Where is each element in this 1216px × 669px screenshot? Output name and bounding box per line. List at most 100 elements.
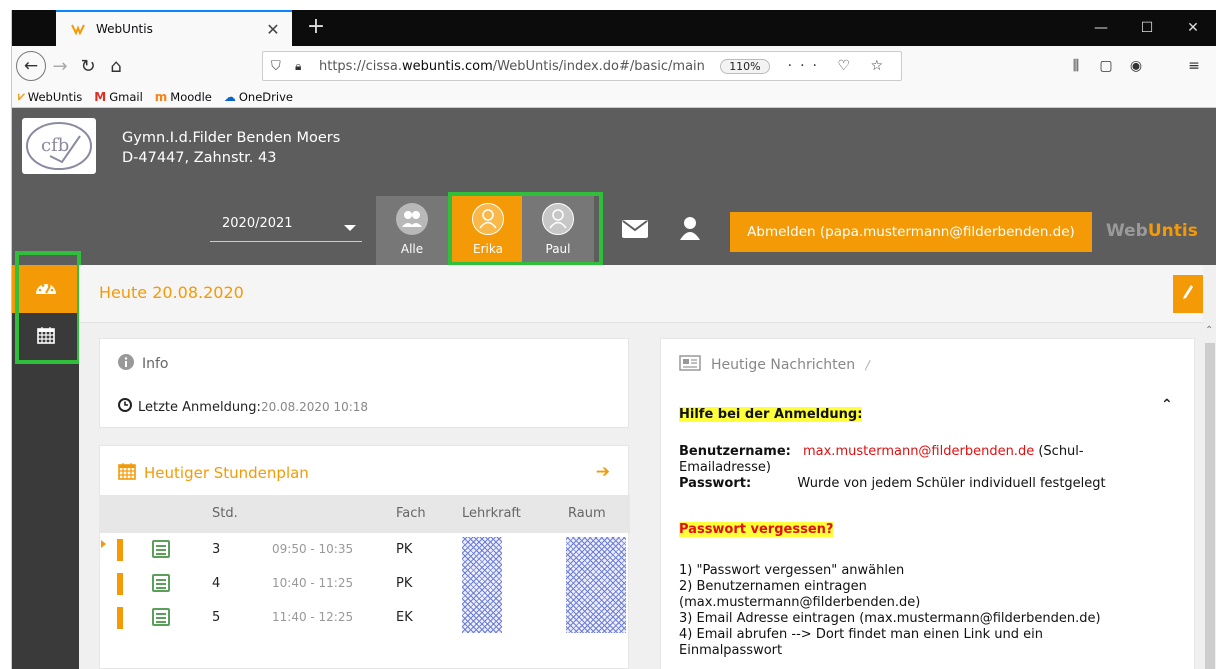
time: 09:50 - 10:35 xyxy=(272,542,354,556)
date-bar: Heute 20.08.2020 xyxy=(79,265,1203,323)
person-label: Alle xyxy=(400,242,424,256)
chevron-down-icon xyxy=(344,225,356,231)
news-card: Heutige Nachrichten 〳 ⌃ Hilfe bei der An… xyxy=(660,338,1195,669)
scroll-up-icon[interactable]: ⌃ xyxy=(1205,325,1213,336)
scrollbar[interactable]: ⌃ xyxy=(1203,323,1216,669)
school-year-value: 2020/2021 xyxy=(222,216,293,231)
tab-title: WebUntis xyxy=(96,22,153,36)
username-value: max.mustermann@filderbenden.de xyxy=(802,444,1035,459)
browser-window: WebUntis ✕ + — ☐ ✕ ← → ↻ ⌂ ⛉ 🔒︎ https://… xyxy=(11,10,1216,669)
page-title: Heute 20.08.2020 xyxy=(99,283,244,302)
time: 11:40 - 12:25 xyxy=(272,610,354,624)
bookmark-gmail[interactable]: M Gmail xyxy=(94,90,143,104)
period: 3 xyxy=(212,542,221,557)
news-help-title: Hilfe bei der Anmeldung: xyxy=(679,407,863,422)
info-icon xyxy=(118,354,134,374)
header-teacher: Lehrkraft xyxy=(462,506,521,521)
new-tab-icon[interactable]: + xyxy=(302,14,330,42)
url-bar[interactable]: ⛉ 🔒︎ https://cissa.webuntis.com/WebUntis… xyxy=(262,51,902,81)
highlight-frame xyxy=(448,192,603,266)
arrow-right-icon[interactable]: ➔ xyxy=(596,462,610,482)
back-icon[interactable]: ← xyxy=(16,51,46,81)
menu-icon[interactable]: ≡ xyxy=(1182,54,1206,78)
calendar-icon xyxy=(118,462,136,484)
logout-button[interactable]: Abmelden (papa.mustermann@filderbenden.d… xyxy=(730,212,1092,252)
news-step: 2) Benutzernamen eintragen xyxy=(679,579,867,594)
close-tab-icon[interactable]: ✕ xyxy=(264,20,282,39)
library-icon[interactable]: ⫼ xyxy=(1064,54,1088,78)
account-icon[interactable]: ◉ xyxy=(1124,54,1148,78)
clock-icon xyxy=(118,398,132,416)
chevron-up-icon[interactable]: ⌃ xyxy=(1161,397,1173,413)
group-icon xyxy=(396,203,428,235)
school-address: D-47447, Zahnstr. 43 xyxy=(122,150,277,166)
browser-tab-webuntis[interactable]: WebUntis ✕ xyxy=(56,10,292,46)
maximize-icon[interactable]: ☐ xyxy=(1124,10,1170,46)
news-step: 1) "Passwort vergessen" anwählen xyxy=(679,563,905,578)
navigation-bar: ← → ↻ ⌂ ⛉ 🔒︎ https://cissa.webuntis.com/… xyxy=(12,46,1216,86)
webuntis-favicon-icon xyxy=(70,21,86,37)
mail-icon[interactable] xyxy=(622,220,648,242)
zoom-indicator[interactable]: 110% xyxy=(720,58,770,74)
highlight-frame xyxy=(15,251,81,364)
lesson-color-bar xyxy=(117,573,123,595)
bookmark-moodle[interactable]: m Moodle xyxy=(155,90,212,104)
table-row[interactable]: 3 09:50 - 10:35 PK xyxy=(100,533,630,567)
school-logo: cfb xyxy=(22,118,96,174)
page-actions-icon[interactable]: ··· ♡ ☆ xyxy=(788,58,891,74)
lock-icon[interactable]: 🔒︎ xyxy=(295,59,311,74)
window-close-icon[interactable]: ✕ xyxy=(1170,10,1216,46)
edit-button[interactable] xyxy=(1173,275,1203,313)
time: 10:40 - 11:25 xyxy=(272,576,354,590)
person-tab-alle[interactable]: Alle xyxy=(376,196,448,265)
news-step: 4) Email abrufen --> Dort findet man ein… xyxy=(679,627,1043,642)
info-card: Info Letzte Anmeldung: 20.08.2020 10:18 xyxy=(99,338,629,428)
home-icon[interactable]: ⌂ xyxy=(102,52,130,80)
timetable-title: Heutiger Stundenplan xyxy=(144,464,309,482)
lesson-details-icon[interactable] xyxy=(152,540,170,558)
news-step: (max.mustermann@filderbenden.de) xyxy=(679,595,921,610)
bookmark-webuntis[interactable]: ⩗ WebUntis xyxy=(18,89,82,104)
subject: PK xyxy=(396,542,413,557)
news-step: Einmalpasswort xyxy=(679,643,783,658)
table-row[interactable]: 5 11:40 - 12:25 EK xyxy=(100,601,630,635)
minimize-icon[interactable]: — xyxy=(1078,10,1124,46)
webuntis-brand-logo: WebUntis xyxy=(1106,221,1198,241)
school-year-select[interactable]: 2020/2021 xyxy=(210,212,362,242)
news-forgot-title: Passwort vergessen? xyxy=(679,522,834,537)
webuntis-header: cfb Gymn.I.d.Filder Benden Moers D-47447… xyxy=(12,108,1216,266)
sidebar-icon[interactable]: ▢ xyxy=(1094,54,1118,78)
news-username-suffix: Emailadresse) xyxy=(679,460,771,475)
bookmarks-bar: ⩗ WebUntis M Gmail m Moodle ☁ OneDrive xyxy=(12,86,1216,108)
scrollbar-thumb[interactable] xyxy=(1205,343,1215,669)
period: 4 xyxy=(212,576,221,591)
info-title: Info xyxy=(142,356,169,372)
main-content: Heute 20.08.2020 Info Letzte Anmeldung: xyxy=(79,265,1216,669)
timetable-card: Heutiger Stundenplan ➔ Std. Fach Lehrkra… xyxy=(99,445,630,669)
header-subject: Fach xyxy=(396,506,426,521)
profile-icon[interactable] xyxy=(680,216,700,244)
timetable: Std. Fach Lehrkraft Raum 3 09:50 - 10:35… xyxy=(100,495,630,635)
header-period: Std. xyxy=(212,506,238,521)
tracking-shield-icon[interactable]: ⛉ xyxy=(271,59,287,74)
bookmark-onedrive[interactable]: ☁ OneDrive xyxy=(224,90,293,104)
gmail-icon: M xyxy=(94,89,107,104)
webuntis-icon: ⩗ xyxy=(18,89,25,103)
lesson-color-bar xyxy=(117,607,123,629)
svg-text:cfb: cfb xyxy=(41,135,69,156)
news-title: Heutige Nachrichten xyxy=(711,357,856,373)
tab-strip: WebUntis ✕ + — ☐ ✕ xyxy=(12,10,1216,46)
lesson-details-icon[interactable] xyxy=(152,608,170,626)
redacted-room-area xyxy=(566,537,626,633)
redacted-teacher-area xyxy=(462,537,502,633)
rss-icon[interactable]: 〳 xyxy=(863,357,874,373)
subject: PK xyxy=(396,576,413,591)
reload-icon[interactable]: ↻ xyxy=(74,52,102,80)
forward-icon[interactable]: → xyxy=(46,52,74,80)
moodle-icon: m xyxy=(154,89,168,104)
lesson-details-icon[interactable] xyxy=(152,574,170,592)
lesson-color-bar xyxy=(117,539,123,561)
table-row[interactable]: 4 10:40 - 11:25 PK xyxy=(100,567,630,601)
subject: EK xyxy=(396,610,413,625)
url-text[interactable]: https://cissa.webuntis.com/WebUntis/inde… xyxy=(319,59,720,74)
